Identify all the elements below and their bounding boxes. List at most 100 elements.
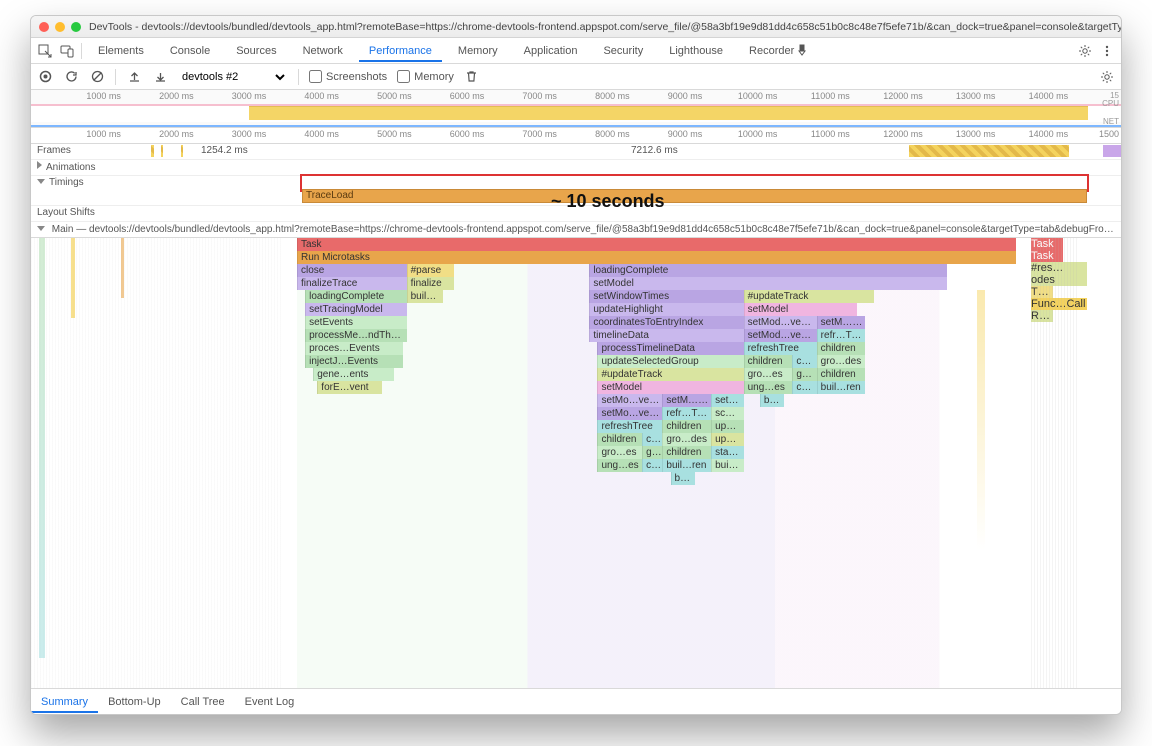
minimize-icon[interactable] [55,22,65,32]
flame-bar[interactable]: bui…ed [711,459,743,472]
clear-icon[interactable] [89,69,105,85]
screenshots-toggle[interactable]: Screenshots [309,70,387,83]
flame-bar[interactable]: buil…ren [817,381,866,394]
tab-memory[interactable]: Memory [448,40,508,62]
flame-bar[interactable]: buil…ren [662,459,711,472]
flame-bar[interactable]: setMod…vents [744,316,817,329]
device-toggle-icon[interactable] [59,43,75,59]
tab-lighthouse[interactable]: Lighthouse [659,40,733,62]
flame-bar[interactable]: setM…nts [817,316,866,329]
flame-bar[interactable]: updateHighlight [589,303,743,316]
flame-bar[interactable]: setMod…vents [744,329,817,342]
tab-sources[interactable]: Sources [226,40,286,62]
flame-bar[interactable]: updateSelectedGroup [597,355,743,368]
flame-bar[interactable]: setModel [744,303,858,316]
flame-bar[interactable]: c… [642,433,662,446]
flame-bar[interactable]: processTimelineData [597,342,743,355]
flame-bar[interactable]: refreshTree [744,342,817,355]
flame-bar[interactable]: set…on [711,394,743,407]
tab-console[interactable]: Console [160,40,220,62]
settings-icon[interactable] [1077,43,1093,59]
flame-bar[interactable]: buil…ls [407,290,444,303]
flame-bar[interactable]: refr…Tree [817,329,866,342]
flame-bar[interactable]: setEvents [305,316,407,329]
tab-elements[interactable]: Elements [88,40,154,62]
reload-icon[interactable] [63,69,79,85]
flame-bar[interactable]: Run Microtasks [297,251,1016,264]
more-icon[interactable] [1099,43,1115,59]
zoom-icon[interactable] [71,22,81,32]
tab-recorder[interactable]: Recorder [739,39,817,62]
download-icon[interactable] [152,69,168,85]
tab-event-log[interactable]: Event Log [235,691,305,713]
flame-bar[interactable]: c… [642,459,662,472]
collapse-icon[interactable] [37,179,45,184]
flame-bar[interactable]: setMo…vents [597,407,662,420]
flame-bar[interactable]: refreshTree [597,420,662,433]
flame-bar[interactable]: Task [297,238,1016,251]
upload-icon[interactable] [126,69,142,85]
flame-bar[interactable]: gro…des [817,355,866,368]
flame-bar[interactable]: loadingComplete [305,290,407,303]
trash-icon[interactable] [464,69,480,85]
tab-call-tree[interactable]: Call Tree [171,691,235,713]
flame-bar[interactable]: gro…es [744,368,793,381]
flame-bar[interactable]: c…n [792,355,816,368]
tab-network[interactable]: Network [293,40,353,62]
flame-bar[interactable]: refr…Tree [662,407,711,420]
flame-bar[interactable]: b… [671,472,695,485]
flame-bar[interactable]: timelineData [589,329,743,342]
flame-bar[interactable]: forE…vent [317,381,382,394]
flame-bar[interactable]: loadingComplete [589,264,946,277]
flame-bar[interactable]: children [662,446,711,459]
flame-bar[interactable]: children [817,342,866,355]
flame-bar[interactable]: processMe…ndThreads [305,329,407,342]
layout-shifts-track[interactable]: Layout Shifts [31,206,1121,222]
close-icon[interactable] [39,22,49,32]
flame-chart[interactable]: Task Run Microtasks close #parse loading… [31,238,1121,688]
flame-bar[interactable]: b…n [760,394,784,407]
flame-bar[interactable]: ung…es [597,459,642,472]
timing-traceload[interactable]: TraceLoad [302,189,1087,203]
flame-bar[interactable]: setM…nts [662,394,711,407]
flame-bar[interactable]: up…ow [711,420,743,433]
flame-bar[interactable]: upd…ts [711,433,743,446]
timings-track[interactable]: Timings TraceLoad [31,176,1121,206]
flame-bar[interactable]: setWindowTimes [589,290,743,303]
tab-summary[interactable]: Summary [31,691,98,713]
panel-settings-icon[interactable] [1099,69,1115,85]
flame-bar[interactable]: sc…ow [711,407,743,420]
main-thread-label[interactable]: Main — devtools://devtools/bundled/devto… [31,222,1121,238]
tab-application[interactable]: Application [514,40,588,62]
tab-security[interactable]: Security [593,40,653,62]
flame-bar[interactable]: #parse [407,264,454,277]
expand-icon[interactable] [37,161,42,169]
collapse-icon[interactable] [37,226,45,231]
tab-bottom-up[interactable]: Bottom-Up [98,691,171,713]
flame-bar[interactable]: proces…Events [305,342,402,355]
flame-bar[interactable]: setModel [597,381,743,394]
frames-track[interactable]: Frames 1254.2 ms 7212.6 ms [31,144,1121,160]
flame-bar[interactable]: close [297,264,407,277]
flame-bar[interactable]: injectJ…Events [305,355,402,368]
flame-bar[interactable]: c…n [792,381,816,394]
flame-bar[interactable]: coordinatesToEntryIndex [589,316,743,329]
flame-bar[interactable]: #updateTrack [744,290,874,303]
flame-bar[interactable]: children [744,355,793,368]
flame-bar[interactable]: setModel [589,277,946,290]
flame-bar[interactable]: setMo…vents [597,394,662,407]
flame-bar[interactable]: finalize [407,277,454,290]
flame-bar[interactable]: setTracingModel [305,303,407,316]
flame-bar[interactable]: gro…des [662,433,711,446]
memory-toggle[interactable]: Memory [397,70,454,83]
session-select[interactable]: devtools #2 [178,70,288,84]
flame-bar[interactable]: g…s [792,368,816,381]
record-icon[interactable] [37,69,53,85]
flame-bar[interactable]: gro…es [597,446,642,459]
flame-bar[interactable]: finalizeTrace [297,277,407,290]
flame-bar[interactable]: children [817,368,866,381]
flame-bar[interactable]: sta…ge [711,446,743,459]
tab-performance[interactable]: Performance [359,40,442,62]
flame-bar[interactable]: children [597,433,642,446]
flame-bar[interactable]: g… [642,446,662,459]
